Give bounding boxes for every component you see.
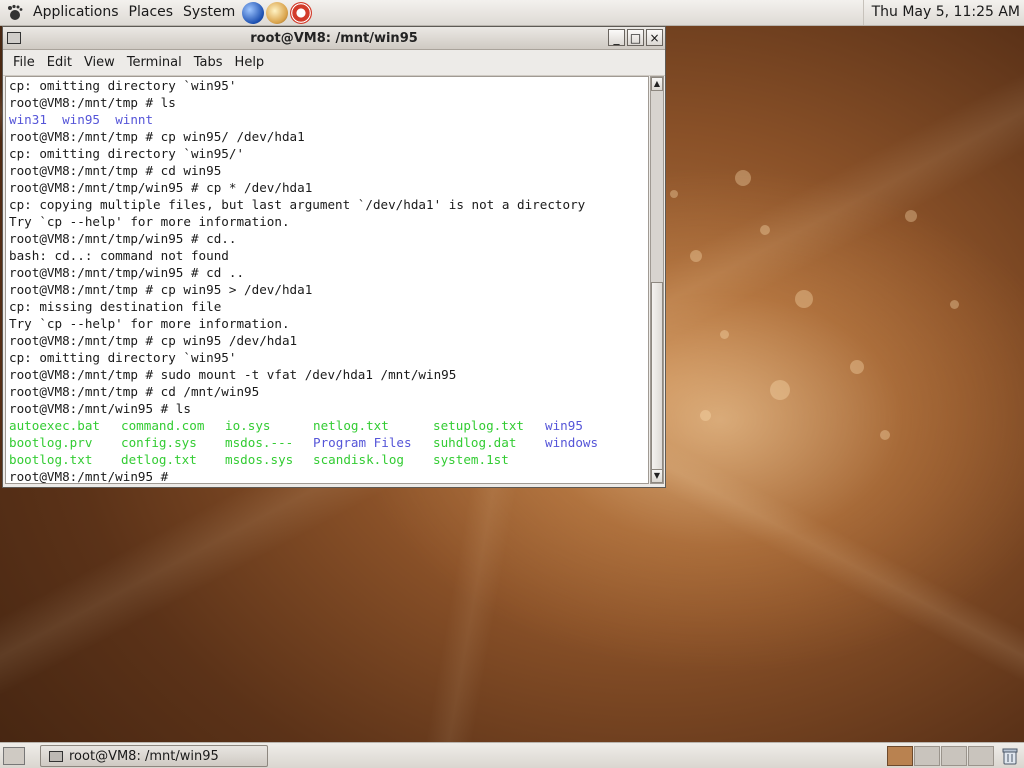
maximize-button[interactable]: □ [627,29,644,46]
terminal-prompt: root@VM8:/mnt/win95 # [9,469,176,484]
terminal-line: root@VM8:/mnt/win95 # ls [9,401,191,416]
terminal-output[interactable]: cp: omitting directory `win95' root@VM8:/… [5,76,649,484]
terminal-line: autoexec.bat command.com io.sys netlog.txt s… [9,417,625,434]
ls-entry: detlog.txt [121,452,197,467]
terminal-line: Try `cp --help' for more information. [9,316,290,331]
terminal-text: cp: omitting directory `win95' root@VM8:/… [9,77,625,484]
terminal-line: root@VM8:/mnt/tmp/win95 # cd.. [9,231,237,246]
terminal-line: root@VM8:/mnt/tmp # ls [9,95,176,110]
web-browser-icon[interactable] [242,1,265,24]
window-title: root@VM8: /mnt/win95 [250,30,418,46]
show-desktop-icon[interactable] [3,747,25,765]
ls-entry: windows [545,435,599,450]
ls-entry: Program Files [313,435,412,450]
terminal-line: root@VM8:/mnt/tmp # cp win95/ /dev/hda1 [9,129,305,144]
ls-entry: win95 [545,418,583,433]
ls-entry: scandisk.log [313,452,404,467]
scroll-up-icon[interactable]: ▲ [651,77,663,91]
menu-file[interactable]: File [7,55,41,70]
terminal-line: root@VM8:/mnt/tmp # cp win95 > /dev/hda1 [9,282,313,297]
terminal-line: bootlog.txt detlog.txt msdos.sys scandisk.l… [9,451,625,468]
terminal-scrollbar[interactable]: ▲ ▼ [650,76,664,484]
menu-terminal[interactable]: Terminal [121,55,188,70]
terminal-line: cp: omitting directory `win95/' [9,146,245,161]
ls-entry: config.sys [121,435,197,450]
system-menu[interactable]: System [178,0,240,25]
ls-entry: suhdlog.dat [433,435,517,450]
top-panel: Applications Places System Thu May 5, 11… [0,0,1024,26]
ls-entry: win31 [9,112,47,127]
ls-entry: winnt [115,112,154,127]
workspace-3[interactable] [941,746,967,766]
workspace-2[interactable] [914,746,940,766]
terminal-line: cp: missing destination file [9,299,222,314]
terminal-line: cp: omitting directory `win95' [9,350,237,365]
applications-menu[interactable]: Applications [28,0,124,25]
menu-view[interactable]: View [78,55,121,70]
minimize-button[interactable]: _ [608,29,625,46]
window-titlebar[interactable]: root@VM8: /mnt/win95 _ □ × [3,27,665,50]
help-icon[interactable] [290,1,313,24]
terminal-line: bootlog.prv config.sys msdos.--- Program Fi… [9,434,625,451]
terminal-line: cp: copying multiple files, but last arg… [9,197,586,212]
terminal-window: root@VM8: /mnt/win95 _ □ × File Edit Vie… [2,26,666,488]
taskbar-terminal-button[interactable]: root@VM8: /mnt/win95 [40,745,268,767]
ls-entry: bootlog.prv [9,435,93,450]
menu-edit[interactable]: Edit [41,55,78,70]
ls-entry: msdos.sys [225,452,294,467]
trash-icon[interactable] [1000,746,1020,766]
ls-entry: autoexec.bat [9,418,100,433]
ls-entry: bootlog.txt [9,452,93,467]
terminal-line: root@VM8:/mnt/tmp/win95 # cp * /dev/hda1 [9,180,313,195]
workspace-4[interactable] [968,746,994,766]
ls-entry: system.1st [433,452,509,467]
workspace-1[interactable] [887,746,913,766]
terminal-line: root@VM8:/mnt/tmp/win95 # cd .. [9,265,245,280]
terminal-line: Try `cp --help' for more information. [9,214,290,229]
clock[interactable]: Thu May 5, 11:25 AM [862,0,1024,25]
terminal-line: win31 win95 winnt [9,111,625,128]
workspace-switcher [887,746,995,766]
scrollbar-thumb[interactable] [651,282,663,470]
email-client-icon[interactable] [266,1,289,24]
terminal-task-icon [49,750,63,762]
ls-entry: netlog.txt [313,418,389,433]
ls-entry: command.com [121,418,205,433]
ls-entry: setuplog.txt [433,418,524,433]
menu-help[interactable]: Help [229,55,271,70]
taskbar-terminal-label: root@VM8: /mnt/win95 [69,748,219,764]
ls-entry: win95 [62,112,101,127]
bottom-panel: root@VM8: /mnt/win95 [0,742,1024,768]
terminal-line: root@VM8:/mnt/tmp # cd /mnt/win95 [9,384,260,399]
terminal-line: root@VM8:/mnt/tmp # cd win95 [9,163,222,178]
menu-tabs[interactable]: Tabs [188,55,229,70]
terminal-line: bash: cd..: command not found [9,248,229,263]
terminal-line: root@VM8:/mnt/tmp # sudo mount -t vfat /… [9,367,457,382]
terminal-line: root@VM8:/mnt/tmp # cp win95 /dev/hda1 [9,333,298,348]
gnome-foot-icon[interactable] [4,2,26,24]
close-button[interactable]: × [646,29,663,46]
ls-entry: msdos.--- [225,435,294,450]
places-menu[interactable]: Places [124,0,179,25]
terminal-line: cp: omitting directory `win95' [9,78,237,93]
ls-entry: io.sys [225,418,271,433]
scroll-down-icon[interactable]: ▼ [651,469,663,483]
terminal-menubar: File Edit View Terminal Tabs Help [3,50,665,76]
